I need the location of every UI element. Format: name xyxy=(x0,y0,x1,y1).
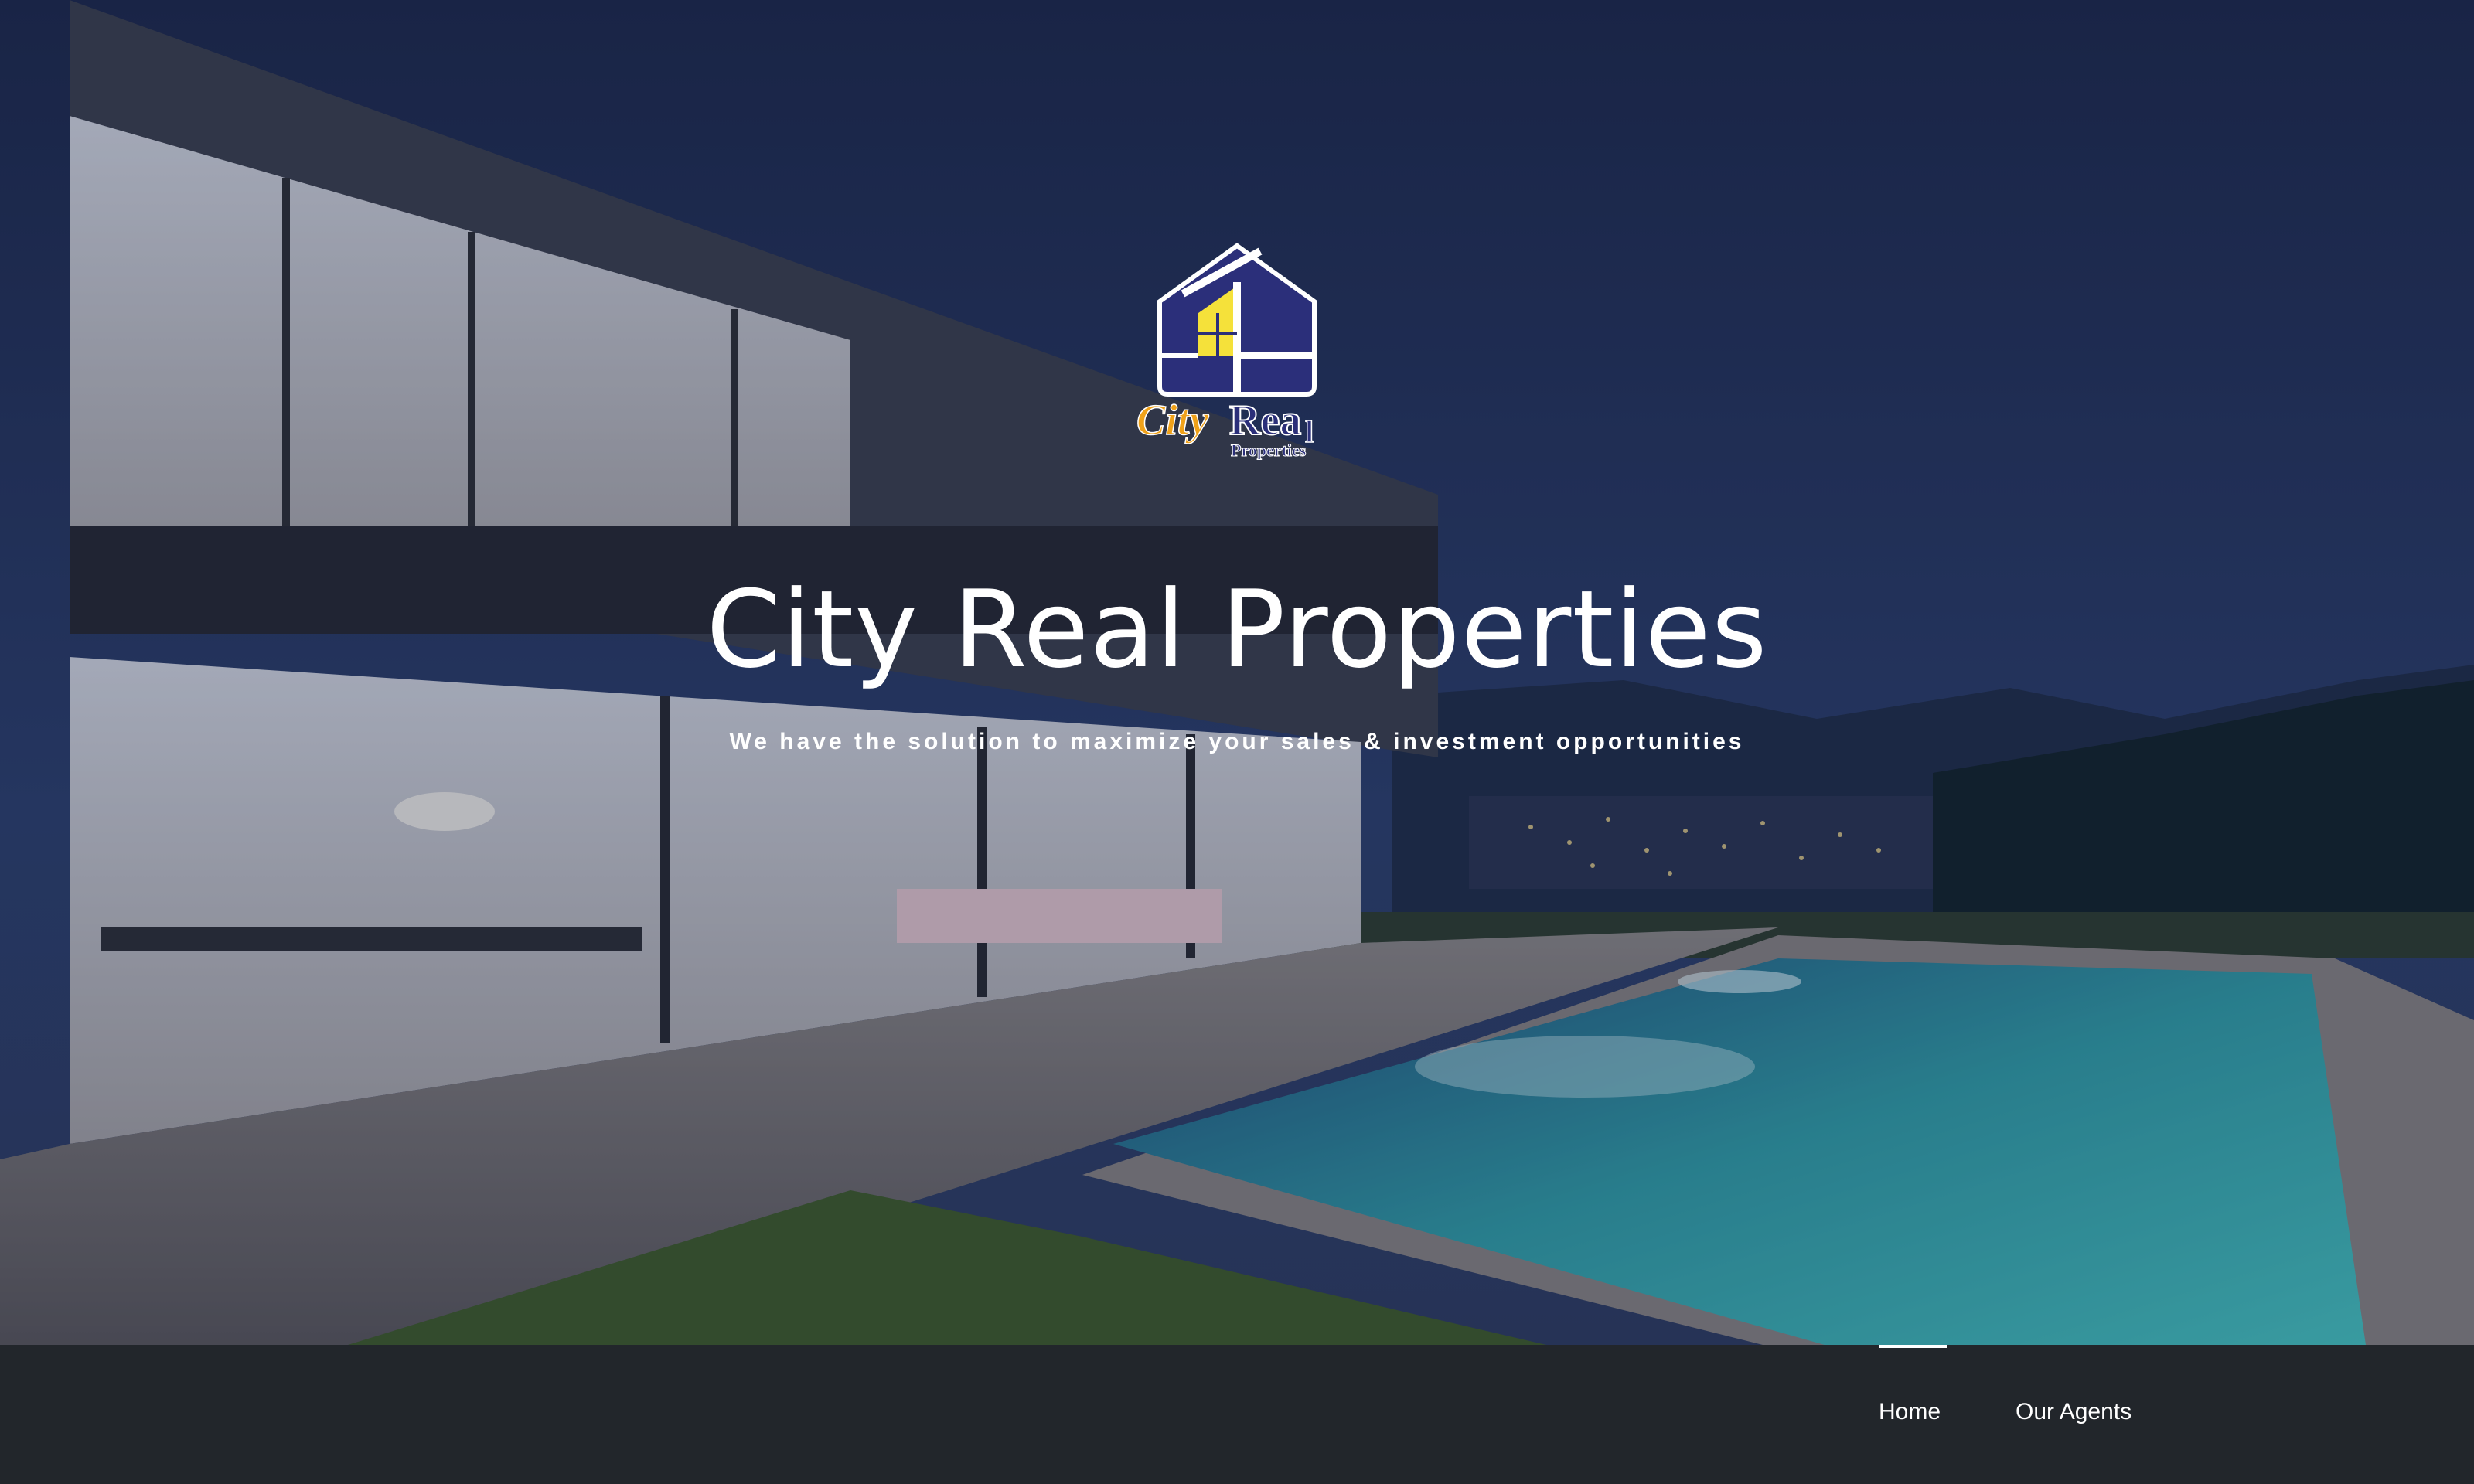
svg-text:l: l xyxy=(1305,414,1314,449)
nav-active-indicator xyxy=(1879,1345,1947,1348)
hero-title: City Real Properties xyxy=(706,567,1768,692)
nav-link-our-agents[interactable]: Our Agents xyxy=(2016,1393,2132,1431)
svg-text:Properties: Properties xyxy=(1231,441,1307,460)
nav-link-home[interactable]: Home xyxy=(1879,1393,1941,1431)
svg-text:Rea: Rea xyxy=(1229,397,1301,444)
city-real-properties-logo: City Rea l Properties xyxy=(1136,243,1317,461)
main-navbar: Home Our Agents xyxy=(0,1345,2474,1484)
hero-section: City Rea l Properties City Real Properti… xyxy=(0,0,2474,1345)
hero-subtitle: We have the solution to maximize your sa… xyxy=(729,729,1745,754)
svg-text:City: City xyxy=(1136,397,1209,444)
